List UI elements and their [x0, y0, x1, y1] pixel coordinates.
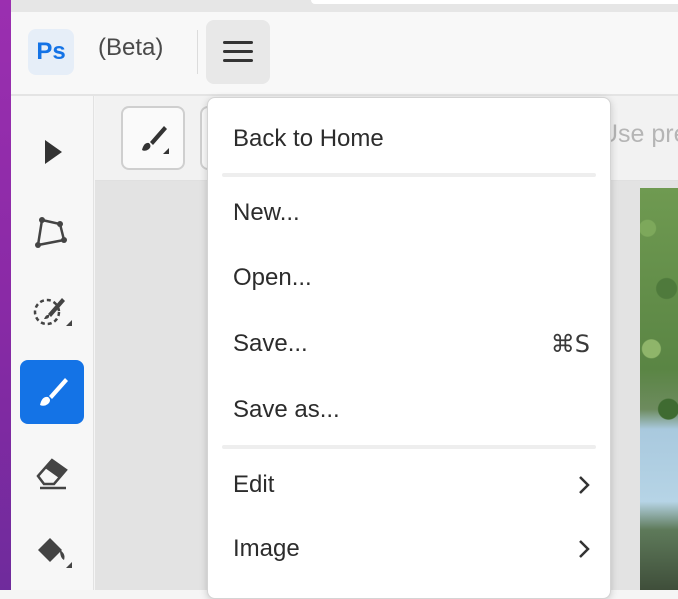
menu-item-back-to-home[interactable]: Back to Home — [208, 111, 610, 167]
brush-icon — [40, 378, 68, 406]
paint-bucket-tool[interactable] — [20, 520, 84, 584]
select-arrow-icon — [45, 140, 62, 164]
menu-item-image[interactable]: Image — [208, 521, 610, 577]
chevron-right-icon — [579, 476, 590, 494]
quick-select-brush-icon — [33, 298, 72, 326]
document-image — [640, 188, 678, 590]
chevron-right-icon — [579, 540, 590, 558]
save-shortcut: ⌘S — [550, 330, 590, 358]
browser-tab[interactable] — [311, 0, 678, 4]
brush-tool[interactable] — [20, 360, 84, 424]
lasso-tool[interactable] — [20, 200, 84, 264]
menu-item-open[interactable]: Open... — [208, 250, 610, 306]
menu-item-label: Back to Home — [233, 125, 384, 152]
brush-preset-picker[interactable] — [121, 106, 185, 170]
menu-item-label: Save as... — [233, 396, 340, 423]
menu-item-save-as[interactable]: Save as... — [208, 382, 610, 438]
menu-item-label: Open... — [233, 264, 312, 291]
polygon-lasso-icon — [35, 217, 67, 248]
main-menu-button[interactable] — [206, 20, 270, 84]
app-header: Ps (Beta) — [11, 12, 678, 96]
photoshop-logo: Ps — [28, 29, 74, 75]
menu-item-edit[interactable]: Edit — [208, 457, 610, 513]
tools-panel — [11, 96, 94, 590]
main-menu-dropdown: Back to Home New... Open... Save... ⌘S S… — [207, 97, 611, 599]
browser-tab-strip — [11, 0, 678, 12]
beta-label: (Beta) — [98, 34, 164, 61]
menu-item-label: Image — [233, 535, 300, 562]
menu-divider — [222, 173, 596, 177]
menu-item-save[interactable]: Save... ⌘S — [208, 316, 610, 372]
menu-item-new[interactable]: New... — [208, 185, 610, 241]
menu-divider — [222, 445, 596, 449]
brush-icon — [142, 126, 169, 154]
menu-item-label: New... — [233, 199, 300, 226]
eraser-tool[interactable] — [20, 440, 84, 504]
eraser-icon — [36, 458, 68, 490]
desktop-background — [0, 0, 11, 590]
menu-item-label: Save... — [233, 330, 308, 357]
hamburger-icon — [223, 40, 253, 64]
select-tool[interactable] — [20, 120, 84, 184]
quick-selection-tool[interactable] — [20, 280, 84, 344]
paint-bucket-icon — [38, 538, 72, 568]
options-hint-text: Use pre — [600, 120, 678, 148]
menu-item-label: Edit — [233, 471, 275, 498]
header-divider — [197, 30, 198, 74]
